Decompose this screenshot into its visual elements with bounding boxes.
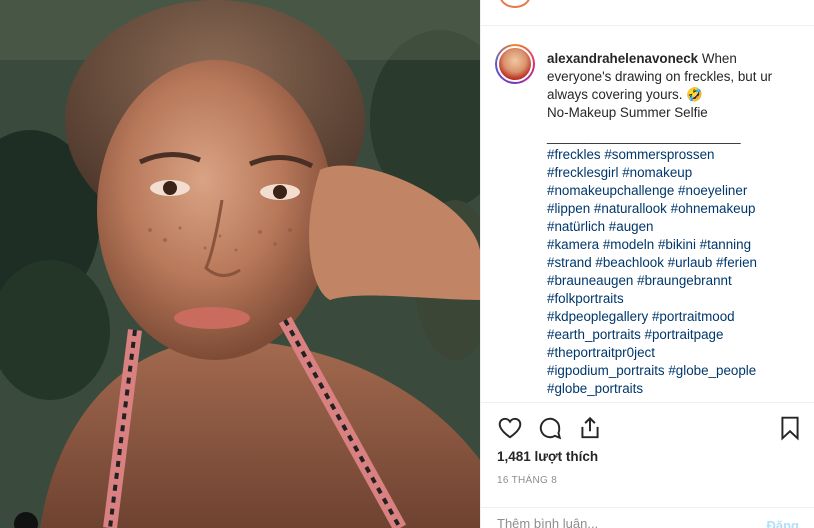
hashtag-link[interactable]: #portraitpage <box>645 327 724 342</box>
hashtag-row: #kdpeoplegallery #portraitmood <box>547 308 814 326</box>
hashtag-link[interactable]: #lippen <box>547 201 590 216</box>
hashtag-link[interactable]: #tanning <box>700 237 751 252</box>
hashtag-row: #freckles #sommersprossen <box>547 146 814 164</box>
hashtag-row: #folkportraits <box>547 290 814 308</box>
hashtag-link[interactable]: #globe_people <box>668 363 756 378</box>
avatar-image <box>497 46 533 82</box>
post-photo[interactable] <box>0 0 480 528</box>
caption-divider: __________________________ <box>547 129 741 144</box>
hashtag-link[interactable]: #naturallook <box>594 201 667 216</box>
bookmark-icon[interactable] <box>777 415 803 441</box>
hashtag-link[interactable]: #kdpeoplegallery <box>547 309 648 324</box>
username-link[interactable]: alexandrahelenavoneck <box>547 51 698 66</box>
hashtag-row: #lippen #naturallook #ohnemakeup <box>547 200 814 218</box>
hashtag-link[interactable]: #bikini <box>658 237 696 252</box>
caption-line: always covering yours. 🤣 <box>547 87 703 102</box>
hashtag-link[interactable]: #strand <box>547 255 592 270</box>
hashtag-link[interactable]: #beachlook <box>595 255 664 270</box>
hashtag-row: #kamera #modeln #bikini #tanning <box>547 236 814 254</box>
hashtag-link[interactable]: #igpodium_portraits <box>547 363 665 378</box>
hashtag-link[interactable]: #nomakeup <box>622 165 692 180</box>
hashtag-row: #frecklesgirl #nomakeup <box>547 164 814 182</box>
caption-line: everyone's drawing on freckles, but ur <box>547 69 773 84</box>
hashtag-row: #igpodium_portraits #globe_people <box>547 362 814 380</box>
hashtag-link[interactable]: #freckles <box>547 147 601 162</box>
hashtag-link[interactable]: #frecklesgirl <box>547 165 618 180</box>
hashtag-row: #earth_portraits #portraitpage <box>547 326 814 344</box>
comment-input[interactable] <box>497 516 737 528</box>
comment-bar: Đăng <box>481 507 814 528</box>
hashtag-link[interactable]: #brauneaugen <box>547 273 633 288</box>
like-count[interactable]: 1,481 lượt thích <box>497 449 598 464</box>
hashtag-row: #strand #beachlook #urlaub #ferien <box>547 254 814 272</box>
post-date[interactable]: 16 THÁNG 8 <box>497 475 557 486</box>
hashtag-list: #freckles #sommersprossen #frecklesgirl #… <box>547 146 814 398</box>
hashtag-row: #natürlich #augen <box>547 218 814 236</box>
hashtag-link[interactable]: #braungebrannt <box>637 273 732 288</box>
hashtag-link[interactable]: #portraitmood <box>652 309 735 324</box>
hashtag-link[interactable]: #earth_portraits <box>547 327 641 342</box>
post-actions: 1,481 lượt thích 16 THÁNG 8 Đăng <box>481 402 814 528</box>
hashtag-row: #globe_portraits <box>547 380 814 398</box>
hashtag-link[interactable]: #globe_portraits <box>547 381 643 396</box>
hashtag-link[interactable]: #theportraitpr0ject <box>547 345 655 360</box>
hashtag-row: #brauneaugen #braungebrannt <box>547 272 814 290</box>
heart-icon[interactable] <box>497 415 523 441</box>
hashtag-link[interactable]: #modeln <box>603 237 654 252</box>
comment-icon[interactable] <box>537 415 563 441</box>
hashtag-link[interactable]: #folkportraits <box>547 291 624 306</box>
hashtag-link[interactable]: #sommersprossen <box>604 147 714 162</box>
hashtag-link[interactable]: #nomakeupchallenge <box>547 183 674 198</box>
selfie-image <box>0 0 480 528</box>
post-sidebar: alexandrahelenavoneck When everyone's dr… <box>480 0 814 528</box>
hashtag-link[interactable]: #ferien <box>716 255 757 270</box>
hashtag-link[interactable]: #ohnemakeup <box>671 201 756 216</box>
hashtag-link[interactable]: #kamera <box>547 237 599 252</box>
hashtag-row: #theportraitpr0ject <box>547 344 814 362</box>
caption-subtitle: No-Makeup Summer Selfie <box>547 105 708 120</box>
hashtag-link[interactable]: #urlaub <box>668 255 713 270</box>
header-avatar[interactable] <box>499 0 531 8</box>
post-comment-button[interactable]: Đăng <box>767 518 800 528</box>
share-icon[interactable] <box>577 415 603 441</box>
caption-first-word: When <box>701 51 737 66</box>
hashtag-link[interactable]: #noeyeliner <box>678 183 747 198</box>
caption-text: alexandrahelenavoneck When everyone's dr… <box>547 50 814 398</box>
hashtag-link[interactable]: #natürlich <box>547 219 605 234</box>
hashtag-link[interactable]: #augen <box>609 219 654 234</box>
avatar[interactable] <box>495 44 535 84</box>
hashtag-row: #nomakeupchallenge #noeyeliner <box>547 182 814 200</box>
header-strip <box>481 0 814 26</box>
